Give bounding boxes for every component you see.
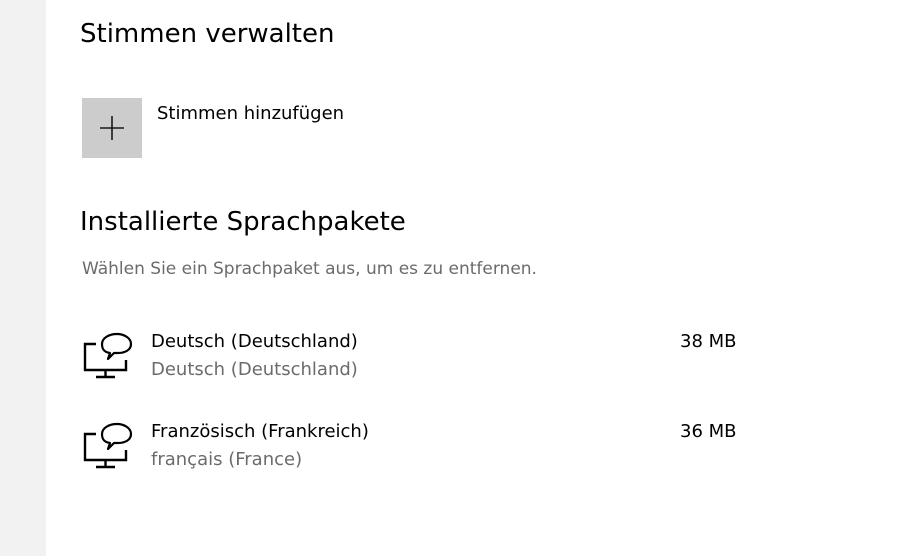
speech-monitor-icon — [83, 422, 133, 469]
add-voice-tile[interactable] — [82, 98, 142, 158]
installed-packs-heading: Installierte Sprachpakete — [80, 207, 406, 237]
language-pack-item[interactable]: Deutsch (Deutschland) Deutsch (Deutschla… — [82, 328, 762, 388]
remove-pack-hint: Wählen Sie ein Sprachpaket aus, um es zu… — [82, 259, 537, 279]
pack-size: 36 MB — [680, 421, 737, 442]
pack-name: Französisch (Frankreich) — [151, 421, 369, 442]
pack-size: 38 MB — [680, 331, 737, 352]
pack-native-name: Deutsch (Deutschland) — [151, 359, 358, 380]
pack-name: Deutsch (Deutschland) — [151, 331, 358, 352]
speech-monitor-icon — [83, 332, 133, 379]
manage-voices-heading: Stimmen verwalten — [80, 19, 335, 49]
plus-icon — [100, 116, 124, 140]
settings-content: Stimmen verwalten Stimmen hinzufügen Ins… — [0, 0, 904, 556]
add-voices-button[interactable]: Stimmen hinzufügen — [82, 98, 344, 158]
pack-native-name: français (France) — [151, 449, 303, 470]
language-pack-item[interactable]: Französisch (Frankreich) français (Franc… — [82, 418, 762, 478]
add-voices-label[interactable]: Stimmen hinzufügen — [157, 101, 344, 127]
